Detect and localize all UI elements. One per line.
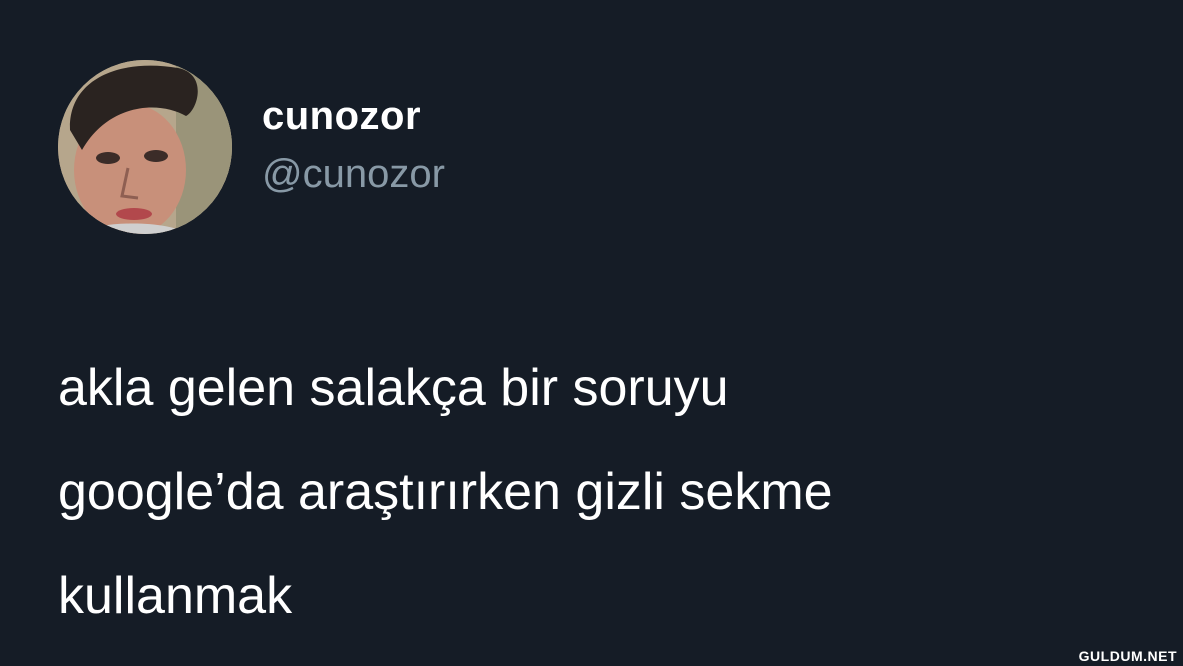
display-name[interactable]: cunozor — [262, 92, 421, 140]
user-handle[interactable]: @cunozor — [262, 150, 445, 198]
tweet-card: cunozor @cunozor akla gelen salakça bir … — [0, 0, 1183, 666]
avatar-image — [58, 60, 232, 234]
tweet-text-line: kullanmak — [58, 567, 293, 625]
watermark: GULDUM.NET — [1078, 648, 1177, 664]
avatar[interactable] — [58, 60, 232, 234]
tweet-text: akla gelen salakça bir soruyu google’da … — [58, 336, 1158, 648]
tweet-text-line: akla gelen salakça bir soruyu — [58, 359, 729, 417]
tweet-text-line: google’da araştırırken gizli sekme — [58, 463, 833, 521]
